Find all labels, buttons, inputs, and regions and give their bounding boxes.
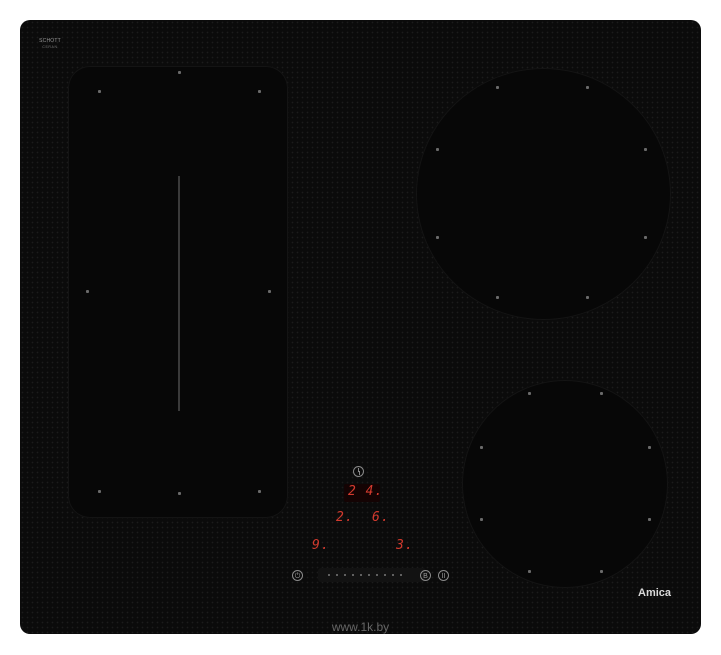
timer-readout: 2 4.: [348, 484, 384, 499]
zone-marker: [644, 148, 647, 151]
slider-step[interactable]: [344, 574, 346, 576]
watermark-text: www.1k.by: [331, 620, 390, 634]
zone-level-top-left: 2.: [336, 510, 354, 525]
zone-marker: [258, 490, 261, 493]
zone-marker: [480, 518, 483, 521]
cooking-zone-top-right[interactable]: [416, 68, 671, 320]
zone-marker: [436, 236, 439, 239]
zone-marker: [98, 490, 101, 493]
zone-level-bottom-left: 9.: [312, 538, 330, 553]
zone-marker: [480, 446, 483, 449]
zone-marker: [98, 90, 101, 93]
zone-marker: [268, 290, 271, 293]
power-icon: ⏻: [294, 573, 301, 580]
slider-step[interactable]: [368, 574, 370, 576]
cooktop-panel: SCHOTT CERAN 2 4. 2. 6. 9. 3. ⏻ B II Ami…: [20, 20, 701, 634]
zone-marker: [528, 570, 531, 573]
power-button[interactable]: ⏻: [292, 570, 303, 581]
slider-step[interactable]: [352, 574, 354, 576]
zone-marker: [496, 86, 499, 89]
slider-step[interactable]: [400, 574, 402, 576]
zone-marker: [644, 236, 647, 239]
slider-step[interactable]: [376, 574, 378, 576]
zone-marker: [436, 148, 439, 151]
booster-button[interactable]: B: [420, 570, 431, 581]
zone-marker: [86, 290, 89, 293]
zone-marker: [528, 392, 531, 395]
bridge-divider-line: [178, 176, 180, 411]
zone-marker: [586, 296, 589, 299]
zone-marker: [258, 90, 261, 93]
slider-step[interactable]: [392, 574, 394, 576]
schott-ceran-logo: SCHOTT CERAN: [39, 38, 61, 49]
zone-level-bottom-right: 3.: [396, 538, 414, 553]
cooking-zone-bottom-right[interactable]: [462, 380, 668, 588]
zone-level-top-right: 6.: [372, 510, 390, 525]
slider-step[interactable]: [384, 574, 386, 576]
bridge-zone-left[interactable]: [68, 66, 288, 518]
zone-marker: [496, 296, 499, 299]
slider-step[interactable]: [328, 574, 330, 576]
zone-marker: [600, 570, 603, 573]
zone-marker: [586, 86, 589, 89]
zone-marker: [178, 71, 181, 74]
brand-logo: Amica: [638, 587, 672, 599]
slider-step[interactable]: [336, 574, 338, 576]
zone-marker: [648, 518, 651, 521]
zone-marker: [178, 492, 181, 495]
zone-marker: [600, 392, 603, 395]
slider-step[interactable]: [360, 574, 362, 576]
pause-button[interactable]: II: [438, 570, 449, 581]
power-slider[interactable]: [318, 568, 426, 582]
clock-icon[interactable]: [353, 466, 364, 477]
zone-marker: [648, 446, 651, 449]
